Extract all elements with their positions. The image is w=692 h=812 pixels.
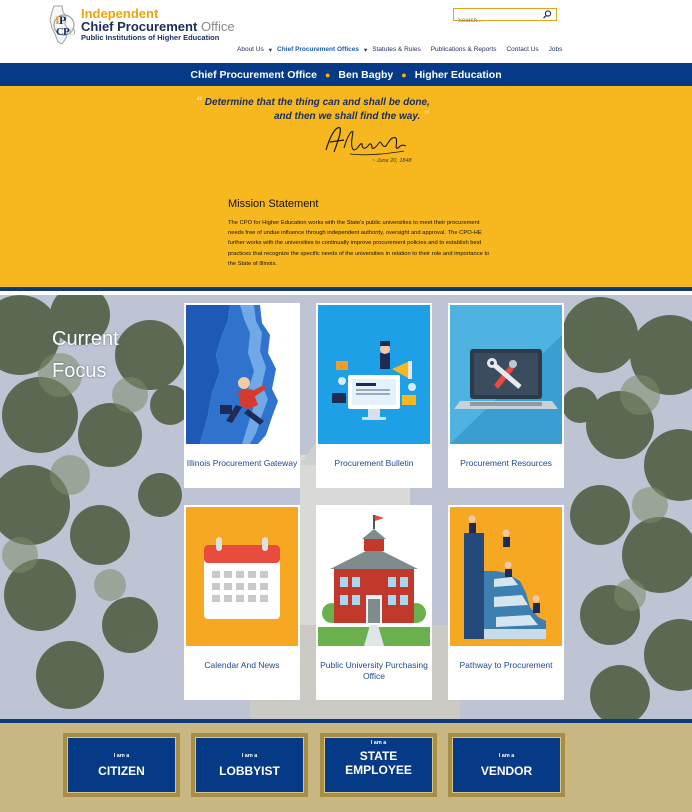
mission-line: practices that recognize the specific ne… <box>228 250 490 257</box>
bullet-icon: ● <box>324 69 331 80</box>
logo-text-chief-procurement: Chief Procurement Office <box>81 19 235 34</box>
role-button-citizen[interactable]: I am a CITIZEN <box>63 733 180 797</box>
card-pathway-to-procurement[interactable]: Pathway to Procurement <box>448 505 564 700</box>
card-public-university-purchasing-office[interactable]: Public University Purchasing Office <box>316 505 432 700</box>
close-quote-icon: ” <box>423 108 430 122</box>
office-banner: Chief Procurement Office ● Ben Bagby ● H… <box>0 63 692 86</box>
main-nav: About Us ▾ Chief Procurement Offices ▾ S… <box>232 46 567 56</box>
mission-line: the State of Illinois. <box>228 260 277 267</box>
illinois-map-climber-icon <box>186 305 298 444</box>
card-procurement-bulletin[interactable]: Procurement Bulletin <box>316 303 432 488</box>
banner-officer: Ben Bagby <box>338 68 394 81</box>
svg-text:O: O <box>69 27 76 37</box>
current-focus-heading: Current Focus <box>52 323 119 387</box>
role-label: STATE EMPLOYEE <box>345 749 412 777</box>
nav-item-statutes-rules[interactable]: Statutes & Rules <box>367 46 425 56</box>
role-prefix: I am a <box>498 753 515 759</box>
illinois-logo-icon: I P C P O <box>49 5 76 45</box>
search-icon[interactable] <box>542 9 552 20</box>
card-procurement-resources[interactable]: Procurement Resources <box>448 303 564 488</box>
mission-line: needs free of undue influence through in… <box>228 230 482 237</box>
calendar-icon <box>186 507 298 646</box>
role-prefix: I am a <box>113 753 130 759</box>
heading-line: Current <box>52 328 119 350</box>
card-illinois-procurement-gateway[interactable]: Illinois Procurement Gateway <box>184 303 300 488</box>
current-focus-section: Current Focus Illinois Procurement Gatew… <box>0 295 692 719</box>
role-label: VENDOR <box>480 764 533 778</box>
search-input[interactable] <box>454 15 538 27</box>
card-label[interactable]: Procurement Resources <box>448 458 564 469</box>
svg-text:P: P <box>59 13 66 27</box>
banner-office: Chief Procurement Office <box>190 68 317 81</box>
mission-text: The CPO for Higher Education works with … <box>228 218 568 269</box>
role-button-state-employee[interactable]: I am a STATE EMPLOYEE <box>320 733 437 797</box>
quote-date: ~ June 20, 1848 <box>372 158 412 164</box>
role-prefix: I am a <box>370 740 387 746</box>
nav-item-jobs[interactable]: Jobs <box>544 46 568 56</box>
heading-line: Focus <box>52 360 107 382</box>
card-label[interactable]: Procurement Bulletin <box>316 458 432 469</box>
card-calendar-and-news[interactable]: Calendar And News <box>184 505 300 700</box>
quote-line-1: “ Determine that the thing can and shall… <box>196 94 430 108</box>
nav-item-publications-reports[interactable]: Publications & Reports <box>426 46 502 56</box>
bullet-icon: ● <box>401 69 407 80</box>
site-logo[interactable]: I P C P O Independent Chief Procurement … <box>46 4 236 48</box>
search-box <box>453 8 557 27</box>
mission-line: further works with the universities to c… <box>228 240 482 247</box>
nav-item-about-us[interactable]: About Us <box>232 46 269 56</box>
role-label: CITIZEN <box>98 764 145 778</box>
mission-line: The CPO for Higher Education works with … <box>228 220 480 226</box>
role-selector-section: I am a CITIZEN I am a LOBBYIST I am a ST… <box>0 723 692 812</box>
role-button-vendor[interactable]: I am a VENDOR <box>448 733 565 797</box>
open-quote-icon: “ <box>196 94 202 108</box>
card-label[interactable]: Calendar And News <box>184 660 300 671</box>
card-label[interactable]: Illinois Procurement Gateway <box>184 458 300 469</box>
laptop-tools-icon <box>450 305 562 444</box>
card-label[interactable]: Public University Purchasing Office <box>316 660 432 681</box>
nav-item-chief-procurement-offices[interactable]: Chief Procurement Offices <box>272 46 364 56</box>
quote-mission-section: “ Determine that the thing can and shall… <box>0 86 692 291</box>
role-label: LOBBYIST <box>219 764 280 778</box>
role-prefix: I am a <box>241 753 258 759</box>
banner-area: Higher Education <box>414 68 502 81</box>
logo-text-subtitle: Public Institutions of Higher Education <box>81 33 220 42</box>
spiral-stairs-icon <box>450 507 562 646</box>
university-building-icon <box>318 507 430 646</box>
quote-line-2: and then we shall find the way. ” <box>274 108 430 122</box>
bulletin-icon <box>318 305 430 444</box>
lincoln-signature-icon <box>325 126 407 156</box>
mission-title: Mission Statement <box>228 198 319 210</box>
site-header: I P C P O Independent Chief Procurement … <box>0 0 692 60</box>
card-label[interactable]: Pathway to Procurement <box>448 660 564 671</box>
role-button-lobbyist[interactable]: I am a LOBBYIST <box>191 733 308 797</box>
nav-item-contact-us[interactable]: Contact Us <box>501 46 543 56</box>
